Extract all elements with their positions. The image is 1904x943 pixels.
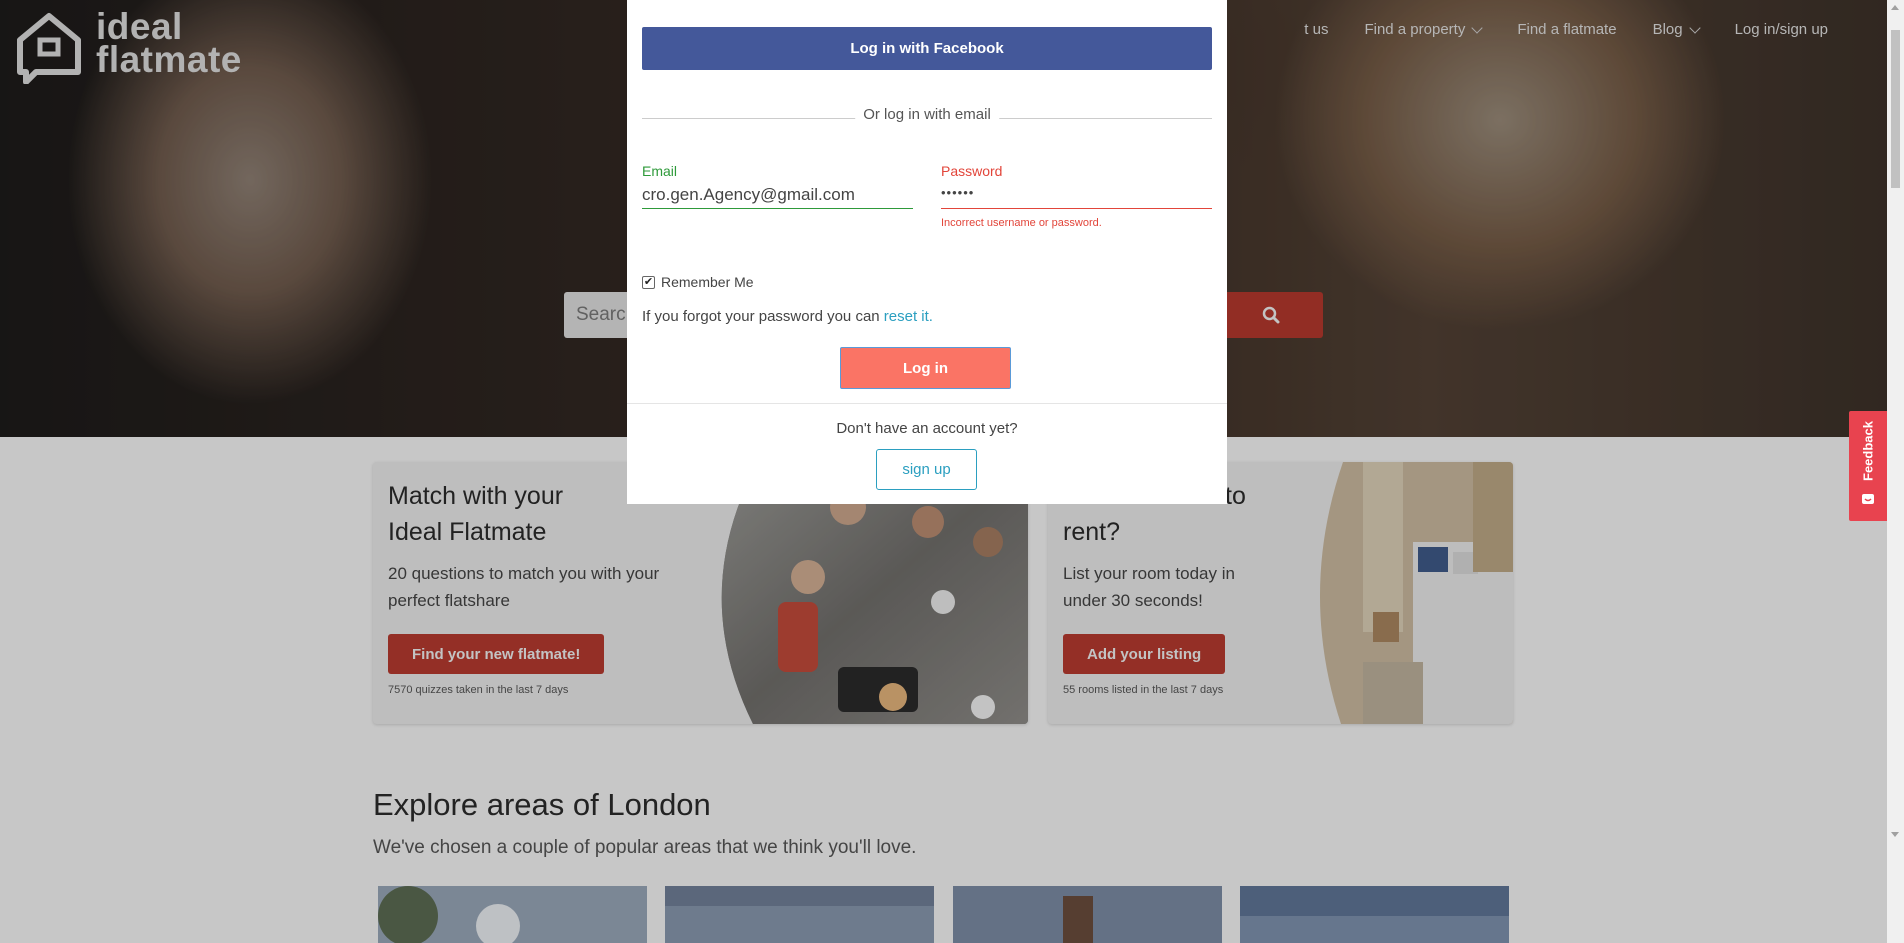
chat-icon <box>1862 494 1874 504</box>
no-account-text: Don't have an account yet? <box>836 420 1018 437</box>
card-title-line2: Ideal Flatmate <box>388 518 547 546</box>
card-title-line1-text: to <box>1225 482 1246 510</box>
feedback-tab[interactable]: Feedback <box>1849 411 1887 521</box>
area-tile[interactable] <box>953 886 1222 943</box>
email-field[interactable]: cro.gen.Agency@gmail.com <box>642 183 913 209</box>
explore-title: Explore areas of London <box>373 787 711 822</box>
password-label: Password <box>941 163 1003 179</box>
remember-me: ✔ Remember Me <box>642 274 754 290</box>
card-note: 55 rooms listed in the last 7 days <box>1063 684 1224 696</box>
nav-about-us[interactable]: t us <box>1286 21 1346 38</box>
search-placeholder: Searc <box>576 304 626 325</box>
area-tile[interactable] <box>378 886 647 943</box>
forgot-text: If you forgot your password you can <box>642 308 884 325</box>
add-listing-button[interactable]: Add your listing <box>1063 634 1226 674</box>
facebook-login-button[interactable]: Log in with Facebook <box>642 27 1212 70</box>
search-icon <box>1262 306 1279 324</box>
login-modal: Log in with Facebook Or log in with emai… <box>627 0 1227 504</box>
password-field-group: Password •••••• Incorrect username or pa… <box>941 163 1212 229</box>
modal-separator <box>627 403 1227 404</box>
remember-me-label: Remember Me <box>661 274 754 290</box>
explore-subtitle: We've chosen a couple of popular areas t… <box>373 837 917 858</box>
scroll-up-icon[interactable] <box>1891 5 1899 10</box>
signup-button[interactable]: sign up <box>876 449 977 490</box>
email-label: Email <box>642 163 678 179</box>
nav-find-property[interactable]: Find a property <box>1346 21 1499 38</box>
logo-text: ideal flatmate <box>96 8 242 80</box>
card-description: 20 questions to match you with your perf… <box>388 560 659 614</box>
scroll-thumb[interactable] <box>1891 30 1900 188</box>
or-divider: Or log in with email <box>642 104 1212 124</box>
nav-label: t us <box>1304 21 1329 38</box>
nav-find-flatmate[interactable]: Find a flatmate <box>1499 21 1634 38</box>
nav-login-signup[interactable]: Log in/sign up <box>1717 21 1846 38</box>
scroll-down-icon[interactable] <box>1891 832 1899 837</box>
forgot-password-text: If you forgot your password you can rese… <box>642 308 933 325</box>
bedroom-photo <box>1319 462 1513 724</box>
divider-text: Or log in with email <box>855 106 999 123</box>
login-button[interactable]: Log in <box>840 347 1011 389</box>
find-flatmate-button[interactable]: Find your new flatmate! <box>388 634 605 674</box>
card-desc-line2: under 30 seconds! <box>1063 591 1203 610</box>
card-title-line1: Match with your <box>388 482 564 510</box>
remember-me-checkbox[interactable]: ✔ <box>642 275 655 289</box>
logo-house-icon <box>17 13 81 84</box>
nav-label: Log in/sign up <box>1734 21 1828 38</box>
site-logo[interactable]: ideal flatmate <box>14 8 242 84</box>
nav-blog[interactable]: Blog <box>1635 21 1717 38</box>
card-note: 7570 quizzes taken in the last 7 days <box>388 684 569 696</box>
chevron-down-icon <box>1471 21 1484 34</box>
area-tile[interactable] <box>665 886 934 943</box>
area-tile[interactable] <box>1240 886 1509 943</box>
email-field-group: Email cro.gen.Agency@gmail.com <box>642 163 913 209</box>
nav-label: Find a flatmate <box>1517 21 1617 38</box>
card-description: List your room today in under 30 seconds… <box>1063 560 1235 614</box>
password-error: Incorrect username or password. <box>941 217 1102 229</box>
reset-password-link[interactable]: reset it. <box>884 308 933 325</box>
chevron-down-icon <box>1688 21 1701 34</box>
card-desc-line1: List your room today in <box>1063 564 1235 583</box>
card-title: Match with your Ideal Flatmate <box>388 478 563 550</box>
card-desc-line2: perfect flatshare <box>388 591 510 610</box>
nav-label: Blog <box>1652 21 1683 38</box>
logo-line2: flatmate <box>96 39 242 80</box>
card-desc-line1: 20 questions to match you with your <box>388 564 660 583</box>
nav-label: Find a property <box>1364 21 1466 38</box>
password-field[interactable]: •••••• <box>941 183 1212 209</box>
page-scrollbar[interactable] <box>1887 0 1904 943</box>
search-button[interactable] <box>1218 292 1323 338</box>
main-nav: t us Find a property Find a flatmate Blo… <box>1286 21 1846 38</box>
feedback-label: Feedback <box>1860 421 1876 481</box>
card-title-line2: rent? <box>1063 518 1120 546</box>
